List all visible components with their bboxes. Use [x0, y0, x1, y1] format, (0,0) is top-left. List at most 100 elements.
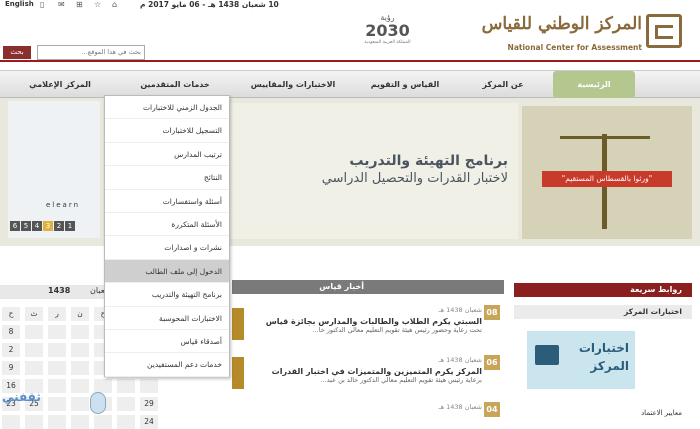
nav-applicant-services[interactable]: خدمات المتقدمين	[125, 71, 225, 98]
watermark-logo: ثقفني	[2, 390, 41, 404]
calendar-day[interactable]	[117, 415, 135, 429]
calendar-day[interactable]: 2	[2, 343, 20, 357]
menu-item-test-registration[interactable]: التسجيل للاختبارات	[105, 119, 229, 143]
news-date: شعبان 1438 هـ	[438, 306, 482, 314]
sitemap-icon[interactable]: ⊞	[76, 0, 83, 9]
nav-home[interactable]: الرئيسية	[553, 71, 635, 98]
calendar-day[interactable]: 29	[140, 397, 158, 411]
quick-link-center-tests[interactable]: اختبارات المركز	[514, 305, 692, 319]
news-date: شعبان 1438 هـ	[438, 356, 482, 364]
calendar-weekday: ر	[48, 307, 66, 321]
menu-item-faq[interactable]: الأسئلة المتكررة	[105, 213, 229, 237]
vision-year: 2030	[365, 21, 410, 40]
menu-item-publications[interactable]: نشرات و اصدارات	[105, 236, 229, 260]
calendar-day[interactable]	[94, 415, 112, 429]
news-title[interactable]: السبتي يكرم الطلاب والطالبات والمدارس بج…	[250, 317, 482, 326]
calendar-day[interactable]	[48, 397, 66, 411]
news-item[interactable]: شعبان 1438 هـ المركز يكرم المتميزين والم…	[250, 356, 482, 384]
news-heading: أخبار قياس	[232, 280, 504, 294]
slider-pager: 6 5 4 3 2 1	[10, 221, 75, 231]
news-day-badge: 04	[484, 402, 500, 417]
news-thumbnail[interactable]	[232, 308, 244, 340]
slide-dot-active[interactable]: 3	[43, 221, 53, 231]
menu-item-test-schedule[interactable]: الجدول الزمني للاختبارات	[105, 96, 229, 120]
news-thumbnail[interactable]	[232, 357, 244, 389]
site-header: بحث بحث في هذا الموقع... رؤية 2030 الممل…	[0, 10, 700, 60]
calendar-day[interactable]: 24	[140, 415, 158, 429]
vision-subtitle: المملكة العربية السعودية	[364, 40, 411, 45]
menu-item-computerized-tests[interactable]: الاختبارات المحوسبة	[105, 307, 229, 330]
banner-subtitle: لاختبار القدرات والتحصيل الدراسي	[321, 171, 508, 186]
calendar-day[interactable]	[48, 361, 66, 375]
calendar-day[interactable]	[71, 325, 89, 339]
calendar-day[interactable]	[2, 415, 20, 429]
menu-item-training-program[interactable]: برنامج التهيئة والتدريب	[105, 283, 229, 307]
header-divider	[0, 60, 700, 62]
slide-dot[interactable]: 2	[54, 221, 64, 231]
logo-arabic-name: المركز الوطني للقياس	[481, 14, 642, 34]
calendar-day[interactable]	[48, 343, 66, 357]
panel-line1: اختبارات	[578, 341, 629, 355]
slide-dot[interactable]: 6	[10, 221, 20, 231]
search-button[interactable]: بحث	[3, 46, 31, 59]
menu-item-questions[interactable]: أسئلة واستفسارات	[105, 190, 229, 213]
logo-english-name: National Center for Assessment	[507, 43, 642, 52]
calendar-day[interactable]	[25, 415, 43, 429]
site-logo[interactable]: المركز الوطني للقياس National Center for…	[470, 10, 690, 58]
justice-scale-image: "ورثوا بالقسطاس المستقيم"	[522, 106, 692, 239]
menu-item-student-file[interactable]: الدخول إلى ملف الطالب	[105, 259, 229, 284]
banner-quote: "ورثوا بالقسطاس المستقيم"	[542, 171, 672, 187]
calendar-day[interactable]	[25, 361, 43, 375]
calendar-day[interactable]: 8	[2, 325, 20, 339]
calendar-day[interactable]	[71, 361, 89, 375]
menu-item-beneficiary-support[interactable]: خدمات دعم المستفيدين	[105, 353, 229, 377]
quick-link-accreditation[interactable]: معايير الاعتماد	[514, 409, 692, 420]
vision-2030-logo: رؤية 2030 المملكة العربية السعودية	[350, 13, 425, 55]
mail-icon[interactable]: ✉	[58, 0, 65, 9]
news-item[interactable]: شعبان 1438 هـ السبتي يكرم الطلاب والطالب…	[250, 306, 482, 334]
calendar-day[interactable]	[25, 343, 43, 357]
search-input[interactable]: بحث في هذا الموقع...	[37, 45, 145, 60]
home-icon[interactable]: ⌂	[112, 0, 117, 9]
language-link[interactable]: English	[5, 0, 34, 8]
briefcase-icon	[535, 345, 559, 365]
banner-text-area: برنامج التهيئة والتدريب لاختبار القدرات …	[228, 103, 518, 239]
current-date: 10 شعبان 1438 هـ - 06 مايو 2017 م	[140, 0, 279, 9]
slide-dot[interactable]: 1	[65, 221, 75, 231]
calendar-day[interactable]	[117, 379, 135, 393]
slide-dot[interactable]: 4	[32, 221, 42, 231]
nav-assessment[interactable]: القياس و التقويم	[355, 71, 455, 98]
nav-tests[interactable]: الاختبارات والمقاييس	[238, 71, 348, 98]
news-day-badge: 06	[484, 355, 500, 370]
applicant-services-menu: الجدول الزمني للاختبارات التسجيل للاختبا…	[104, 95, 230, 377]
calendar-day[interactable]	[71, 415, 89, 429]
star-icon[interactable]: ☆	[94, 0, 101, 9]
nav-about[interactable]: عن المركز	[462, 71, 544, 98]
calendar-day[interactable]	[117, 397, 135, 411]
quick-links-heading: روابط سريعة	[514, 283, 692, 297]
calendar-day[interactable]	[48, 325, 66, 339]
calendar-day[interactable]	[94, 379, 112, 393]
calendar-day[interactable]	[140, 379, 158, 393]
elearning-image: elearn 6 5 4 3 2 1	[8, 101, 100, 238]
calendar-day[interactable]	[25, 325, 43, 339]
menu-item-results[interactable]: النتائج	[105, 166, 229, 190]
elearn-text: elearn	[46, 201, 81, 209]
news-item[interactable]: شعبان 1438 هـ	[250, 403, 482, 411]
calendar-day[interactable]	[71, 379, 89, 393]
calendar-weekday: ث	[25, 307, 43, 321]
mobile-icon[interactable]: ▯	[40, 0, 44, 9]
slide-dot[interactable]: 5	[21, 221, 31, 231]
calendar-day[interactable]	[48, 415, 66, 429]
nav-media-center[interactable]: المركز الإعلامي	[10, 71, 110, 98]
news-date: شعبان 1438 هـ	[438, 403, 482, 411]
menu-item-qiyas-friends[interactable]: أصدقاء قياس	[105, 330, 229, 354]
news-title[interactable]: المركز يكرم المتميزين والمتميزات في اختب…	[250, 367, 482, 376]
center-tests-banner[interactable]: اختبارات المركز	[527, 331, 635, 389]
calendar-day[interactable]: 9	[2, 361, 20, 375]
calendar-weekday: ن	[71, 307, 89, 321]
calendar-day[interactable]	[71, 343, 89, 357]
calendar-day[interactable]	[71, 397, 89, 411]
calendar-day[interactable]	[48, 379, 66, 393]
menu-item-school-ranking[interactable]: ترتيب المدارس	[105, 143, 229, 167]
